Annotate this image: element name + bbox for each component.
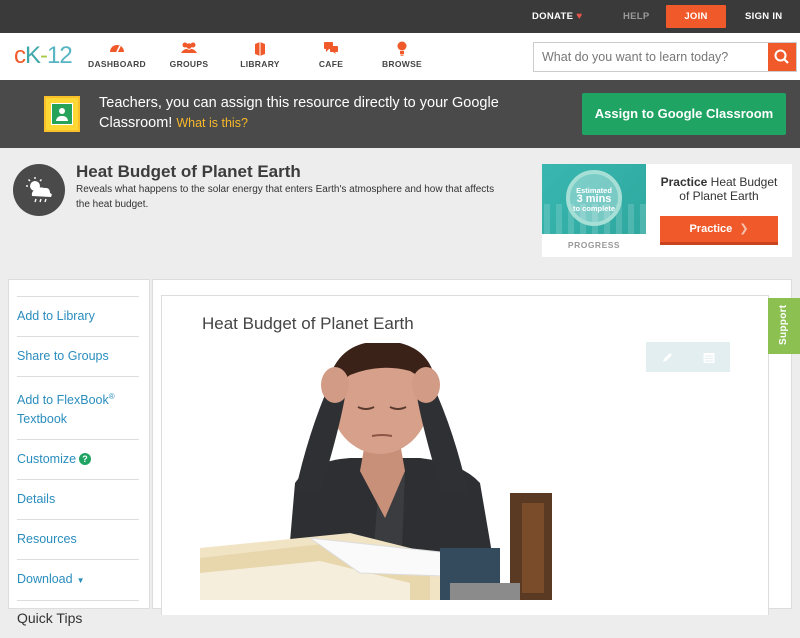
share-to-groups-label: Share to Groups — [17, 349, 109, 363]
content-toolbar — [646, 342, 730, 372]
practice-button-label: Practice — [689, 223, 733, 235]
nav-dashboard-label: DASHBOARD — [88, 59, 146, 69]
practice-button[interactable]: Practice ❯ — [660, 216, 778, 245]
registered-mark: ® — [108, 392, 115, 401]
assign-to-google-classroom-button[interactable]: Assign to Google Classroom — [582, 93, 786, 135]
join-button[interactable]: JOIN — [666, 5, 726, 28]
nav-library-label: LIBRARY — [240, 59, 280, 69]
practice-title-bold: Practice — [660, 175, 708, 189]
top-utility-bar: DONATE ♥ HELP JOIN SIGN IN — [0, 0, 800, 33]
pencil-icon[interactable] — [646, 342, 688, 372]
progress-card[interactable]: Estimated 3 mins to complete PROGRESS — [542, 164, 646, 257]
notes-icon[interactable] — [688, 342, 730, 372]
logo-dash: - — [40, 42, 48, 69]
cafe-icon — [296, 41, 366, 57]
dashboard-icon — [82, 41, 152, 57]
nav-browse[interactable]: BROWSE — [367, 41, 437, 69]
nav-browse-label: BROWSE — [381, 59, 423, 69]
search-icon — [774, 49, 789, 64]
lesson-title: Heat Budget of Planet Earth — [76, 162, 301, 181]
add-to-library-link[interactable]: Add to Library — [17, 296, 139, 336]
download-label: Download — [17, 572, 73, 587]
progress-circle: Estimated 3 mins to complete — [566, 170, 622, 226]
practice-card: Practice Heat Budget of Planet Earth Pra… — [646, 164, 792, 257]
sign-in-link[interactable]: SIGN IN — [745, 0, 782, 33]
search-button[interactable] — [768, 43, 796, 71]
chevron-right-icon: ❯ — [739, 223, 749, 235]
details-label: Details — [17, 492, 56, 507]
nav-library[interactable]: LIBRARY — [225, 41, 295, 69]
weather-category-icon — [13, 164, 65, 216]
details-link[interactable]: Details — [17, 479, 139, 519]
teacher-banner: Teachers, you can assign this resource d… — [0, 80, 800, 148]
google-classroom-icon — [44, 96, 80, 132]
download-link[interactable]: Download ▼ — [17, 559, 139, 600]
progress-image: Estimated 3 mins to complete — [542, 164, 646, 234]
content-title: Heat Budget of Planet Earth — [202, 314, 414, 333]
heart-icon: ♥ — [576, 11, 583, 22]
customize-label: Customize — [17, 452, 77, 467]
help-link[interactable]: HELP — [623, 0, 650, 33]
textbook-label: Textbook — [17, 412, 68, 427]
to-complete-label: to complete — [572, 204, 616, 213]
logo-12: 12 — [47, 42, 73, 69]
support-label: Support — [778, 304, 789, 345]
add-to-flexbook-label: Add to FlexBook — [17, 393, 109, 408]
donate-label: DONATE — [532, 11, 574, 22]
ck12-logo[interactable]: cK-12 — [14, 42, 73, 70]
support-tab[interactable]: Support — [768, 298, 800, 354]
library-icon — [225, 41, 295, 57]
lesson-description: Reveals what happens to the solar energy… — [76, 184, 495, 210]
search-box — [533, 42, 797, 72]
search-input[interactable] — [534, 43, 768, 71]
caret-down-icon: ▼ — [76, 576, 85, 586]
nav-cafe[interactable]: CAFE — [296, 41, 366, 69]
nav-groups-label: GROUPS — [169, 59, 209, 69]
browse-icon — [367, 41, 437, 57]
donate-link[interactable]: DONATE ♥ — [532, 0, 582, 33]
nav-cafe-label: CAFE — [318, 59, 344, 69]
help-question-icon[interactable]: ? — [79, 453, 92, 466]
banner-message: Teachers, you can assign this resource d… — [99, 95, 499, 131]
what-is-this-link[interactable]: What is this? — [176, 116, 248, 130]
resources-label: Resources — [17, 532, 77, 547]
main-nav: cK-12 DASHBOARD GROUPS LIBRARY CAFE BROW… — [0, 33, 800, 80]
practice-title: Practice Heat Budget of Planet Earth — [654, 175, 784, 203]
nav-groups[interactable]: GROUPS — [154, 41, 224, 69]
progress-label: PROGRESS — [567, 240, 621, 250]
customize-link[interactable]: Customize? — [17, 439, 139, 479]
teacher-banner-text: Teachers, you can assign this resource d… — [99, 93, 499, 133]
share-to-groups-link[interactable]: Share to Groups — [17, 336, 139, 376]
add-to-library-label: Add to Library — [17, 309, 95, 323]
quick-tips-heading: Quick Tips — [17, 600, 139, 638]
logo-c: c — [14, 42, 26, 69]
nav-dashboard[interactable]: DASHBOARD — [82, 41, 152, 69]
logo-k: K — [25, 42, 41, 69]
lesson-header: Heat Budget of Planet Earth Reveals what… — [0, 148, 800, 273]
groups-icon — [154, 41, 224, 57]
resources-link[interactable]: Resources — [17, 519, 139, 559]
lesson-photo — [200, 343, 552, 600]
action-sidebar: Add to Library Share to Groups Add to Fl… — [8, 279, 150, 626]
quick-tips-label: Quick Tips — [17, 610, 83, 627]
add-to-flexbook-link[interactable]: Add to FlexBook® Textbook — [17, 376, 139, 439]
